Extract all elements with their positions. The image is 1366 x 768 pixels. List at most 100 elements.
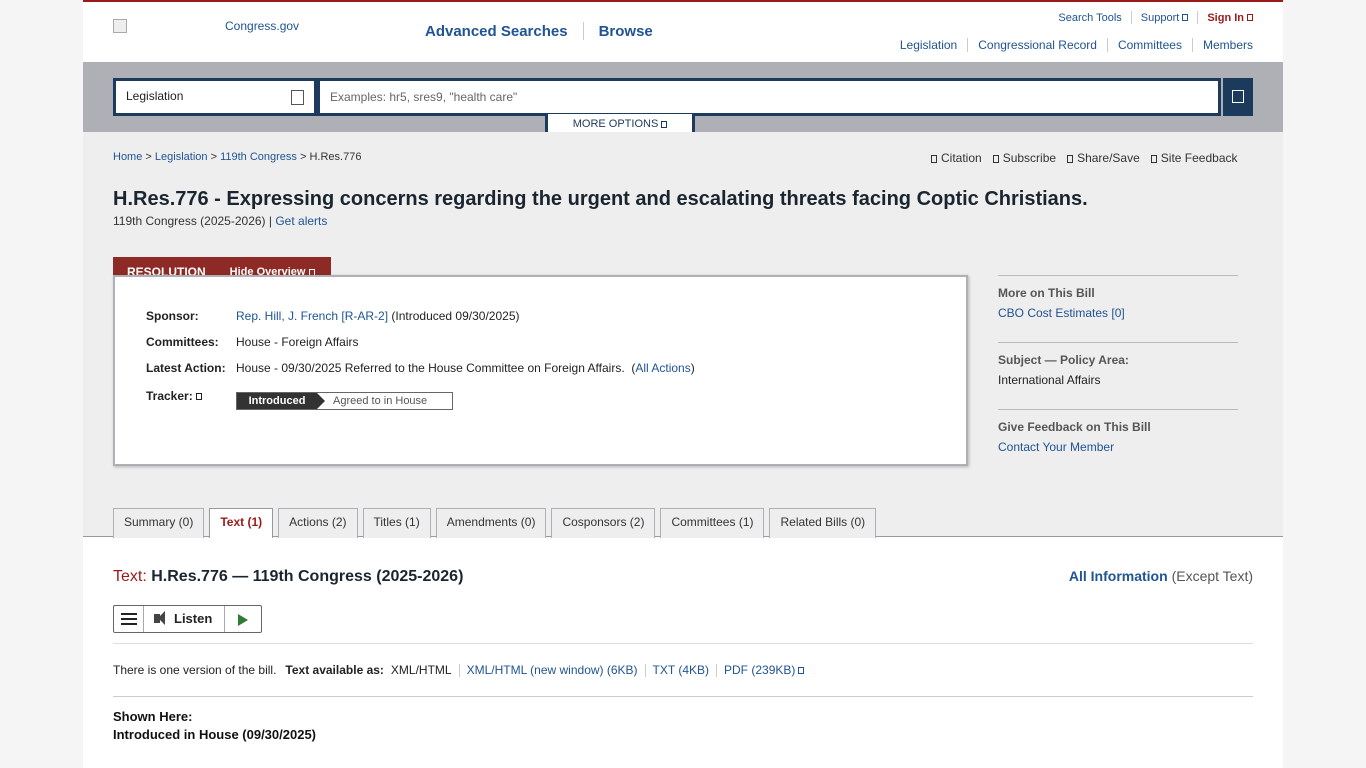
text-label: Text: [113, 568, 147, 585]
search-input[interactable] [317, 78, 1221, 116]
more-options-label: MORE OPTIONS [572, 118, 659, 130]
breadcrumb-congress[interactable]: 119th Congress [220, 151, 297, 163]
divider [113, 696, 1253, 697]
search-scope-select[interactable]: Legislation [113, 78, 317, 116]
more-on-bill-heading: More on This Bill [998, 286, 1095, 300]
listen-button[interactable]: Listen [144, 606, 225, 632]
dropdown-icon [291, 90, 304, 105]
latest-action-label: Latest Action: [146, 361, 226, 375]
tracker-step-introduced: Introduced [237, 393, 317, 409]
tab-actions[interactable]: Actions (2) [278, 508, 358, 538]
sign-in-link[interactable]: Sign In [1207, 12, 1253, 24]
feedback-heading: Give Feedback on This Bill [998, 420, 1151, 434]
site-feedback-button[interactable]: Site Feedback [1150, 151, 1238, 165]
tab-cosponsors[interactable]: Cosponsors (2) [551, 508, 656, 538]
main-nav: Advanced Searches Browse [425, 22, 653, 40]
congress-session: 119th Congress (2025-2026) [113, 214, 266, 228]
divider [458, 663, 460, 677]
committees-label: Committees: [146, 335, 219, 349]
divider [967, 38, 969, 52]
sponsor-link[interactable]: Rep. Hill, J. French [R-AR-2] [236, 309, 388, 323]
subscribe-button[interactable]: Subscribe [992, 151, 1057, 165]
tracker-label-text: Tracker: [146, 389, 193, 403]
secondary-nav: Legislation Congressional Record Committ… [900, 38, 1253, 52]
policy-area-value: International Affairs [998, 373, 1101, 387]
tab-committees[interactable]: Committees (1) [660, 508, 765, 538]
tab-text[interactable]: Text (1) [209, 508, 274, 538]
share-icon [1067, 155, 1074, 163]
nav-committees[interactable]: Committees [1118, 38, 1182, 52]
search-tools-link[interactable]: Search Tools [1058, 12, 1121, 24]
divider [716, 663, 718, 677]
comment-icon [1150, 155, 1157, 163]
committees-value: House - Foreign Affairs [236, 335, 359, 349]
text-heading-title: H.Res.776 — 119th Congress (2025-2026) [151, 568, 464, 585]
info-icon [195, 393, 202, 401]
search-icon [1232, 90, 1244, 103]
menu-icon [121, 613, 137, 615]
sign-in-label: Sign In [1207, 11, 1244, 24]
breadcrumb-home[interactable]: Home [113, 151, 142, 163]
broken-image-icon [113, 19, 127, 33]
policy-area: Subject — Policy Area: International Aff… [998, 342, 1238, 409]
support-link[interactable]: Support [1141, 12, 1189, 24]
citation-button[interactable]: Citation [931, 151, 982, 165]
nav-advanced-searches[interactable]: Advanced Searches [425, 23, 568, 40]
cbo-estimates-link[interactable]: CBO Cost Estimates [0] [998, 306, 1125, 320]
all-information-link[interactable]: All Information [1069, 568, 1168, 584]
sidebar: More on This Bill CBO Cost Estimates [0]… [998, 275, 1238, 476]
congress-line: 119th Congress (2025-2026) | Get alerts [113, 214, 328, 228]
all-actions-link[interactable]: All Actions [635, 361, 690, 375]
format-txt-link[interactable]: TXT (4KB) [653, 663, 709, 677]
nav-members[interactable]: Members [1203, 38, 1253, 52]
feedback-block: Give Feedback on This Bill Contact Your … [998, 409, 1238, 476]
nav-legislation[interactable]: Legislation [900, 38, 957, 52]
play-button[interactable] [225, 606, 261, 632]
search-button[interactable] [1223, 78, 1253, 116]
format-current: XML/HTML [390, 663, 452, 677]
get-alerts-link[interactable]: Get alerts [275, 214, 327, 228]
status-tracker: Introduced Agreed to in House [236, 392, 453, 410]
site-logo[interactable]: Congress.gov [113, 19, 313, 39]
format-pdf-link[interactable]: PDF (239KB) [724, 663, 805, 677]
tracker-step-agreed: Agreed to in House [333, 395, 428, 407]
external-link-icon [798, 667, 805, 675]
format-xml-new-window-link[interactable]: XML/HTML (new window) (6KB) [467, 663, 638, 677]
overview-panel: Sponsor: Rep. Hill, J. French [R-AR-2] (… [113, 275, 968, 466]
bill-tabs: Summary (0) Text (1) Actions (2) Titles … [113, 508, 881, 538]
listen-label: Listen [174, 611, 213, 626]
divider [1106, 38, 1108, 52]
all-information: All Information (Except Text) [1069, 568, 1253, 584]
breadcrumb-current: H.Res.776 [309, 151, 362, 163]
tab-related-bills[interactable]: Related Bills (0) [769, 508, 877, 538]
utility-nav: Search Tools Support Sign In [1058, 11, 1253, 24]
shown-here: Shown Here: Introduced in House (09/30/2… [113, 708, 316, 744]
chevron-down-icon [1247, 14, 1253, 22]
breadcrumb-legislation[interactable]: Legislation [155, 151, 208, 163]
support-label: Support [1140, 11, 1180, 24]
shown-here-label: Shown Here: [113, 709, 193, 724]
page: Congress.gov Advanced Searches Browse Se… [83, 0, 1283, 768]
divider [1197, 11, 1199, 24]
speaker-icon [154, 611, 165, 625]
nav-congressional-record[interactable]: Congressional Record [978, 38, 1097, 52]
nav-browse[interactable]: Browse [599, 23, 653, 40]
player-menu-button[interactable] [114, 606, 144, 632]
contact-member-link[interactable]: Contact Your Member [998, 440, 1114, 454]
tab-titles[interactable]: Titles (1) [362, 508, 431, 538]
subscribe-label: Subscribe [1002, 151, 1057, 165]
divider [582, 22, 584, 40]
tab-amendments[interactable]: Amendments (0) [435, 508, 547, 538]
text-heading: Text: H.Res.776 — 119th Congress (2025-2… [113, 568, 463, 586]
tab-summary[interactable]: Summary (0) [113, 508, 205, 538]
all-information-note: (Except Text) [1171, 568, 1253, 584]
search-band: Legislation MORE OPTIONS [83, 62, 1283, 139]
share-save-label: Share/Save [1077, 151, 1140, 165]
bill-title: H.Res.776 - Expressing concerns regardin… [113, 188, 1088, 210]
menu-icon [121, 618, 137, 620]
menu-icon [121, 623, 137, 625]
divider [1130, 11, 1132, 24]
tracker-label: Tracker: [146, 389, 236, 403]
text-versions: There is one version of the bill. Text a… [113, 663, 805, 677]
share-save-button[interactable]: Share/Save [1067, 151, 1140, 165]
